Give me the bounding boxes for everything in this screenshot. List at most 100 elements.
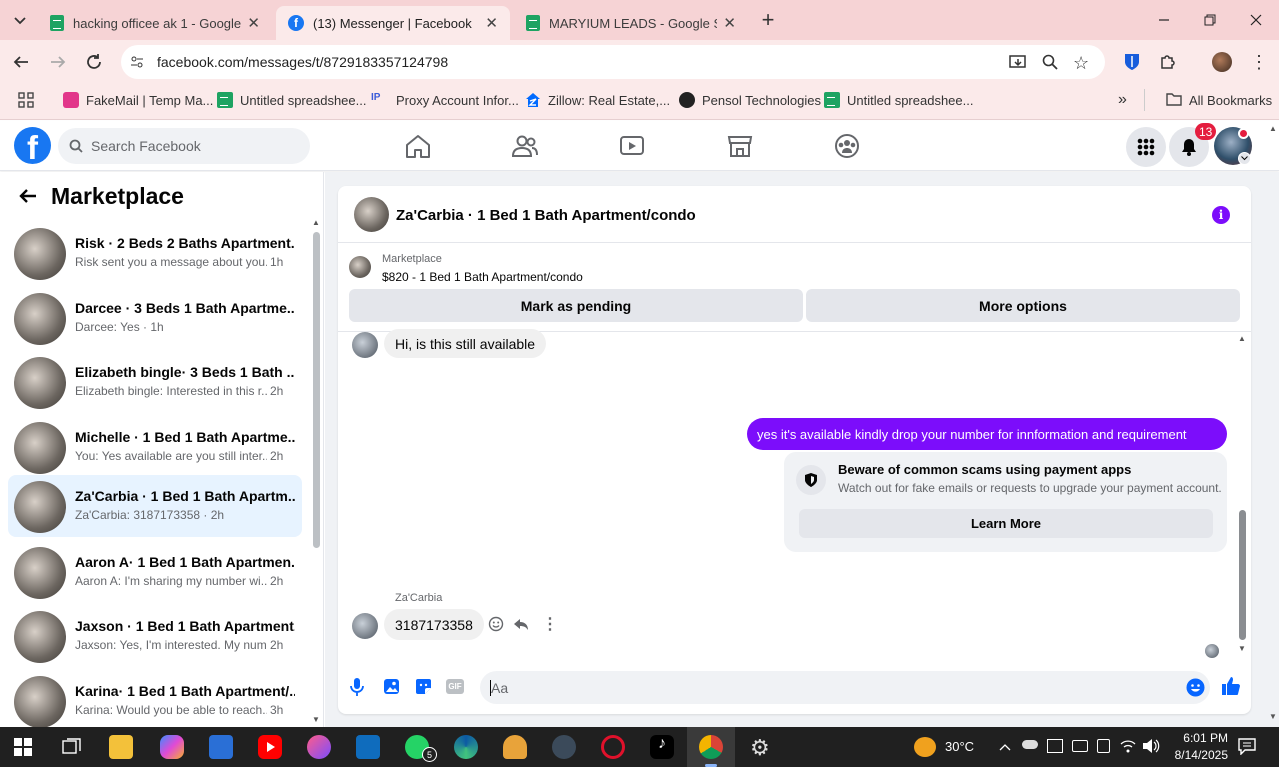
- tiktok-icon[interactable]: ♪: [650, 735, 674, 759]
- tab-hacking-officee[interactable]: hacking officee ak 1 - Google Sh ✕: [38, 6, 272, 40]
- message-composer-input[interactable]: Aa: [480, 671, 1210, 704]
- chrome-taskbar-active[interactable]: [687, 727, 735, 767]
- conversation-item[interactable]: Risk · 2 Beds 2 Baths Apartment... Risk s…: [8, 222, 302, 284]
- sticker-icon[interactable]: [415, 678, 432, 698]
- photo-icon[interactable]: [383, 678, 400, 698]
- reply-sender-avatar[interactable]: [352, 613, 378, 639]
- react-emoji-icon[interactable]: [488, 616, 504, 635]
- app-orb-icon[interactable]: [307, 735, 331, 759]
- search-facebook-input[interactable]: Search Facebook: [58, 128, 310, 164]
- bookmark-fakemail[interactable]: FakeMail | Temp Ma...: [63, 84, 213, 116]
- chat-scrollbar[interactable]: ▲ ▼: [1238, 334, 1247, 653]
- conversation-item[interactable]: Za'Carbia · 1 Bed 1 Bath Apartm... Za'Car…: [8, 475, 302, 537]
- conversation-item[interactable]: Michelle · 1 Bed 1 Bath Apartme... You: Y…: [8, 416, 302, 478]
- watch-video-icon[interactable]: [618, 133, 646, 159]
- close-window-icon[interactable]: [1248, 12, 1264, 28]
- youtube-icon[interactable]: [258, 735, 282, 759]
- site-info-icon[interactable]: [129, 54, 145, 70]
- chat-title[interactable]: Za'Carbia · 1 Bed 1 Bath Apartment/condo: [396, 207, 696, 224]
- bitwarden-extension-icon[interactable]: [1123, 52, 1141, 72]
- bookmark-pensol[interactable]: Pensol Technologies: [679, 84, 821, 116]
- microsoft-store-icon[interactable]: [209, 735, 233, 759]
- account-chevron-icon[interactable]: [1238, 152, 1251, 165]
- conversation-item[interactable]: Aaron A· 1 Bed 1 Bath Apartmen... Aaron A…: [8, 541, 302, 603]
- mark-as-pending-button[interactable]: Mark as pending: [349, 289, 803, 322]
- outlook-icon[interactable]: [356, 735, 380, 759]
- facebook-logo[interactable]: f: [14, 127, 51, 164]
- groups-icon[interactable]: [833, 133, 861, 159]
- onedrive-cloud-icon[interactable]: [1022, 740, 1038, 749]
- notification-center-icon[interactable]: [1238, 738, 1256, 758]
- apps-grid-icon[interactable]: [18, 92, 34, 111]
- bookmark-proxy-account[interactable]: IP Proxy Account Infor...: [371, 84, 519, 116]
- tab-messenger[interactable]: f (13) Messenger | Facebook ✕: [276, 6, 510, 40]
- received-phone-message[interactable]: 3187173358: [384, 609, 484, 640]
- all-bookmarks-button[interactable]: All Bookmarks: [1166, 84, 1272, 116]
- tab-maryium-leads[interactable]: MARYIUM LEADS - Google Shee ✕: [514, 6, 748, 40]
- marketplace-icon[interactable]: [726, 133, 754, 159]
- minimize-icon[interactable]: [1156, 12, 1172, 28]
- thumbs-up-icon[interactable]: [1221, 676, 1241, 699]
- sidebar-scrollbar[interactable]: ▲ ▼: [312, 218, 320, 727]
- listing-thumbnail[interactable]: [349, 256, 371, 278]
- windows-start-icon[interactable]: [14, 738, 32, 759]
- opera-icon[interactable]: [601, 735, 625, 759]
- info-icon[interactable]: i: [1212, 206, 1230, 224]
- home-icon[interactable]: [404, 133, 432, 159]
- page-scrollbar[interactable]: ▲ ▼: [1268, 124, 1279, 727]
- tray-display-icon[interactable]: [1047, 739, 1063, 753]
- tray-device-icon[interactable]: [1097, 739, 1110, 753]
- friends-icon[interactable]: [511, 133, 539, 159]
- file-explorer-icon[interactable]: [109, 735, 133, 759]
- app-circle-icon[interactable]: [552, 735, 576, 759]
- bookmark-untitled-spreadsheet-1[interactable]: Untitled spreadshee...: [217, 84, 366, 116]
- volume-icon[interactable]: [1142, 738, 1160, 757]
- menu-grid-button[interactable]: [1126, 127, 1166, 167]
- browser-menu-icon[interactable]: ⋮: [1250, 52, 1268, 73]
- clock-time[interactable]: 6:01 PM: [1168, 731, 1228, 745]
- new-tab-button[interactable]: +: [756, 6, 780, 34]
- bookmark-zillow[interactable]: Zillow: Real Estate,...: [525, 84, 670, 116]
- tab-close-icon[interactable]: ✕: [247, 14, 260, 32]
- conversation-item[interactable]: Elizabeth bingle· 3 Beds 1 Bath ... Eliza…: [8, 351, 302, 413]
- bookmark-untitled-spreadsheet-2[interactable]: Untitled spreadshee...: [824, 84, 973, 116]
- chat-listing-avatar[interactable]: [354, 197, 389, 232]
- tray-chevron-up-icon[interactable]: [999, 739, 1011, 754]
- reload-icon[interactable]: [85, 53, 103, 74]
- edge-icon[interactable]: [454, 735, 478, 759]
- received-message[interactable]: Hi, is this still available: [384, 329, 547, 358]
- more-bookmarks-button[interactable]: »: [1118, 84, 1127, 116]
- url-text[interactable]: facebook.com/messages/t/8729183357124798: [157, 54, 448, 70]
- emoji-picker-icon[interactable]: [1186, 678, 1205, 700]
- weather-temperature[interactable]: 30°C: [945, 739, 974, 754]
- zoom-icon[interactable]: [1042, 54, 1058, 73]
- learn-more-button[interactable]: Learn More: [799, 509, 1213, 538]
- forward-icon[interactable]: [49, 53, 67, 74]
- bookmark-star-icon[interactable]: ☆: [1073, 53, 1089, 74]
- conversation-item[interactable]: Darcee · 3 Beds 1 Bath Apartme... Darcee:…: [8, 287, 302, 349]
- microphone-icon[interactable]: [349, 677, 365, 700]
- conversation-item[interactable]: Jaxson · 1 Bed 1 Bath Apartment... Jaxson…: [8, 605, 302, 667]
- reply-icon[interactable]: [513, 616, 529, 635]
- settings-gear-icon[interactable]: ⚙: [750, 735, 770, 761]
- more-options-button[interactable]: More options: [806, 289, 1240, 322]
- listing-summary[interactable]: $820 - 1 Bed 1 Bath Apartment/condo: [382, 270, 583, 284]
- copilot-icon[interactable]: [160, 735, 184, 759]
- extensions-puzzle-icon[interactable]: [1159, 52, 1177, 70]
- address-bar[interactable]: facebook.com/messages/t/8729183357124798…: [121, 45, 1105, 79]
- clock-date[interactable]: 8/14/2025: [1162, 748, 1228, 762]
- message-more-icon[interactable]: ⋮: [542, 614, 558, 634]
- tab-search-chevron-icon[interactable]: [8, 10, 32, 32]
- back-icon[interactable]: [12, 53, 30, 74]
- tab-close-icon[interactable]: ✕: [485, 14, 498, 32]
- tray-battery-icon[interactable]: [1072, 740, 1088, 752]
- medal-app-icon[interactable]: [503, 735, 527, 759]
- task-view-icon[interactable]: [62, 738, 82, 759]
- weather-sun-icon[interactable]: [914, 737, 936, 757]
- back-arrow-icon[interactable]: [18, 186, 38, 209]
- install-app-icon[interactable]: [1009, 54, 1027, 73]
- sent-message[interactable]: yes it's available kindly drop your numb…: [747, 418, 1227, 450]
- sender-avatar[interactable]: [352, 332, 378, 358]
- gif-icon[interactable]: GIF: [446, 679, 464, 694]
- tab-close-icon[interactable]: ✕: [723, 14, 736, 32]
